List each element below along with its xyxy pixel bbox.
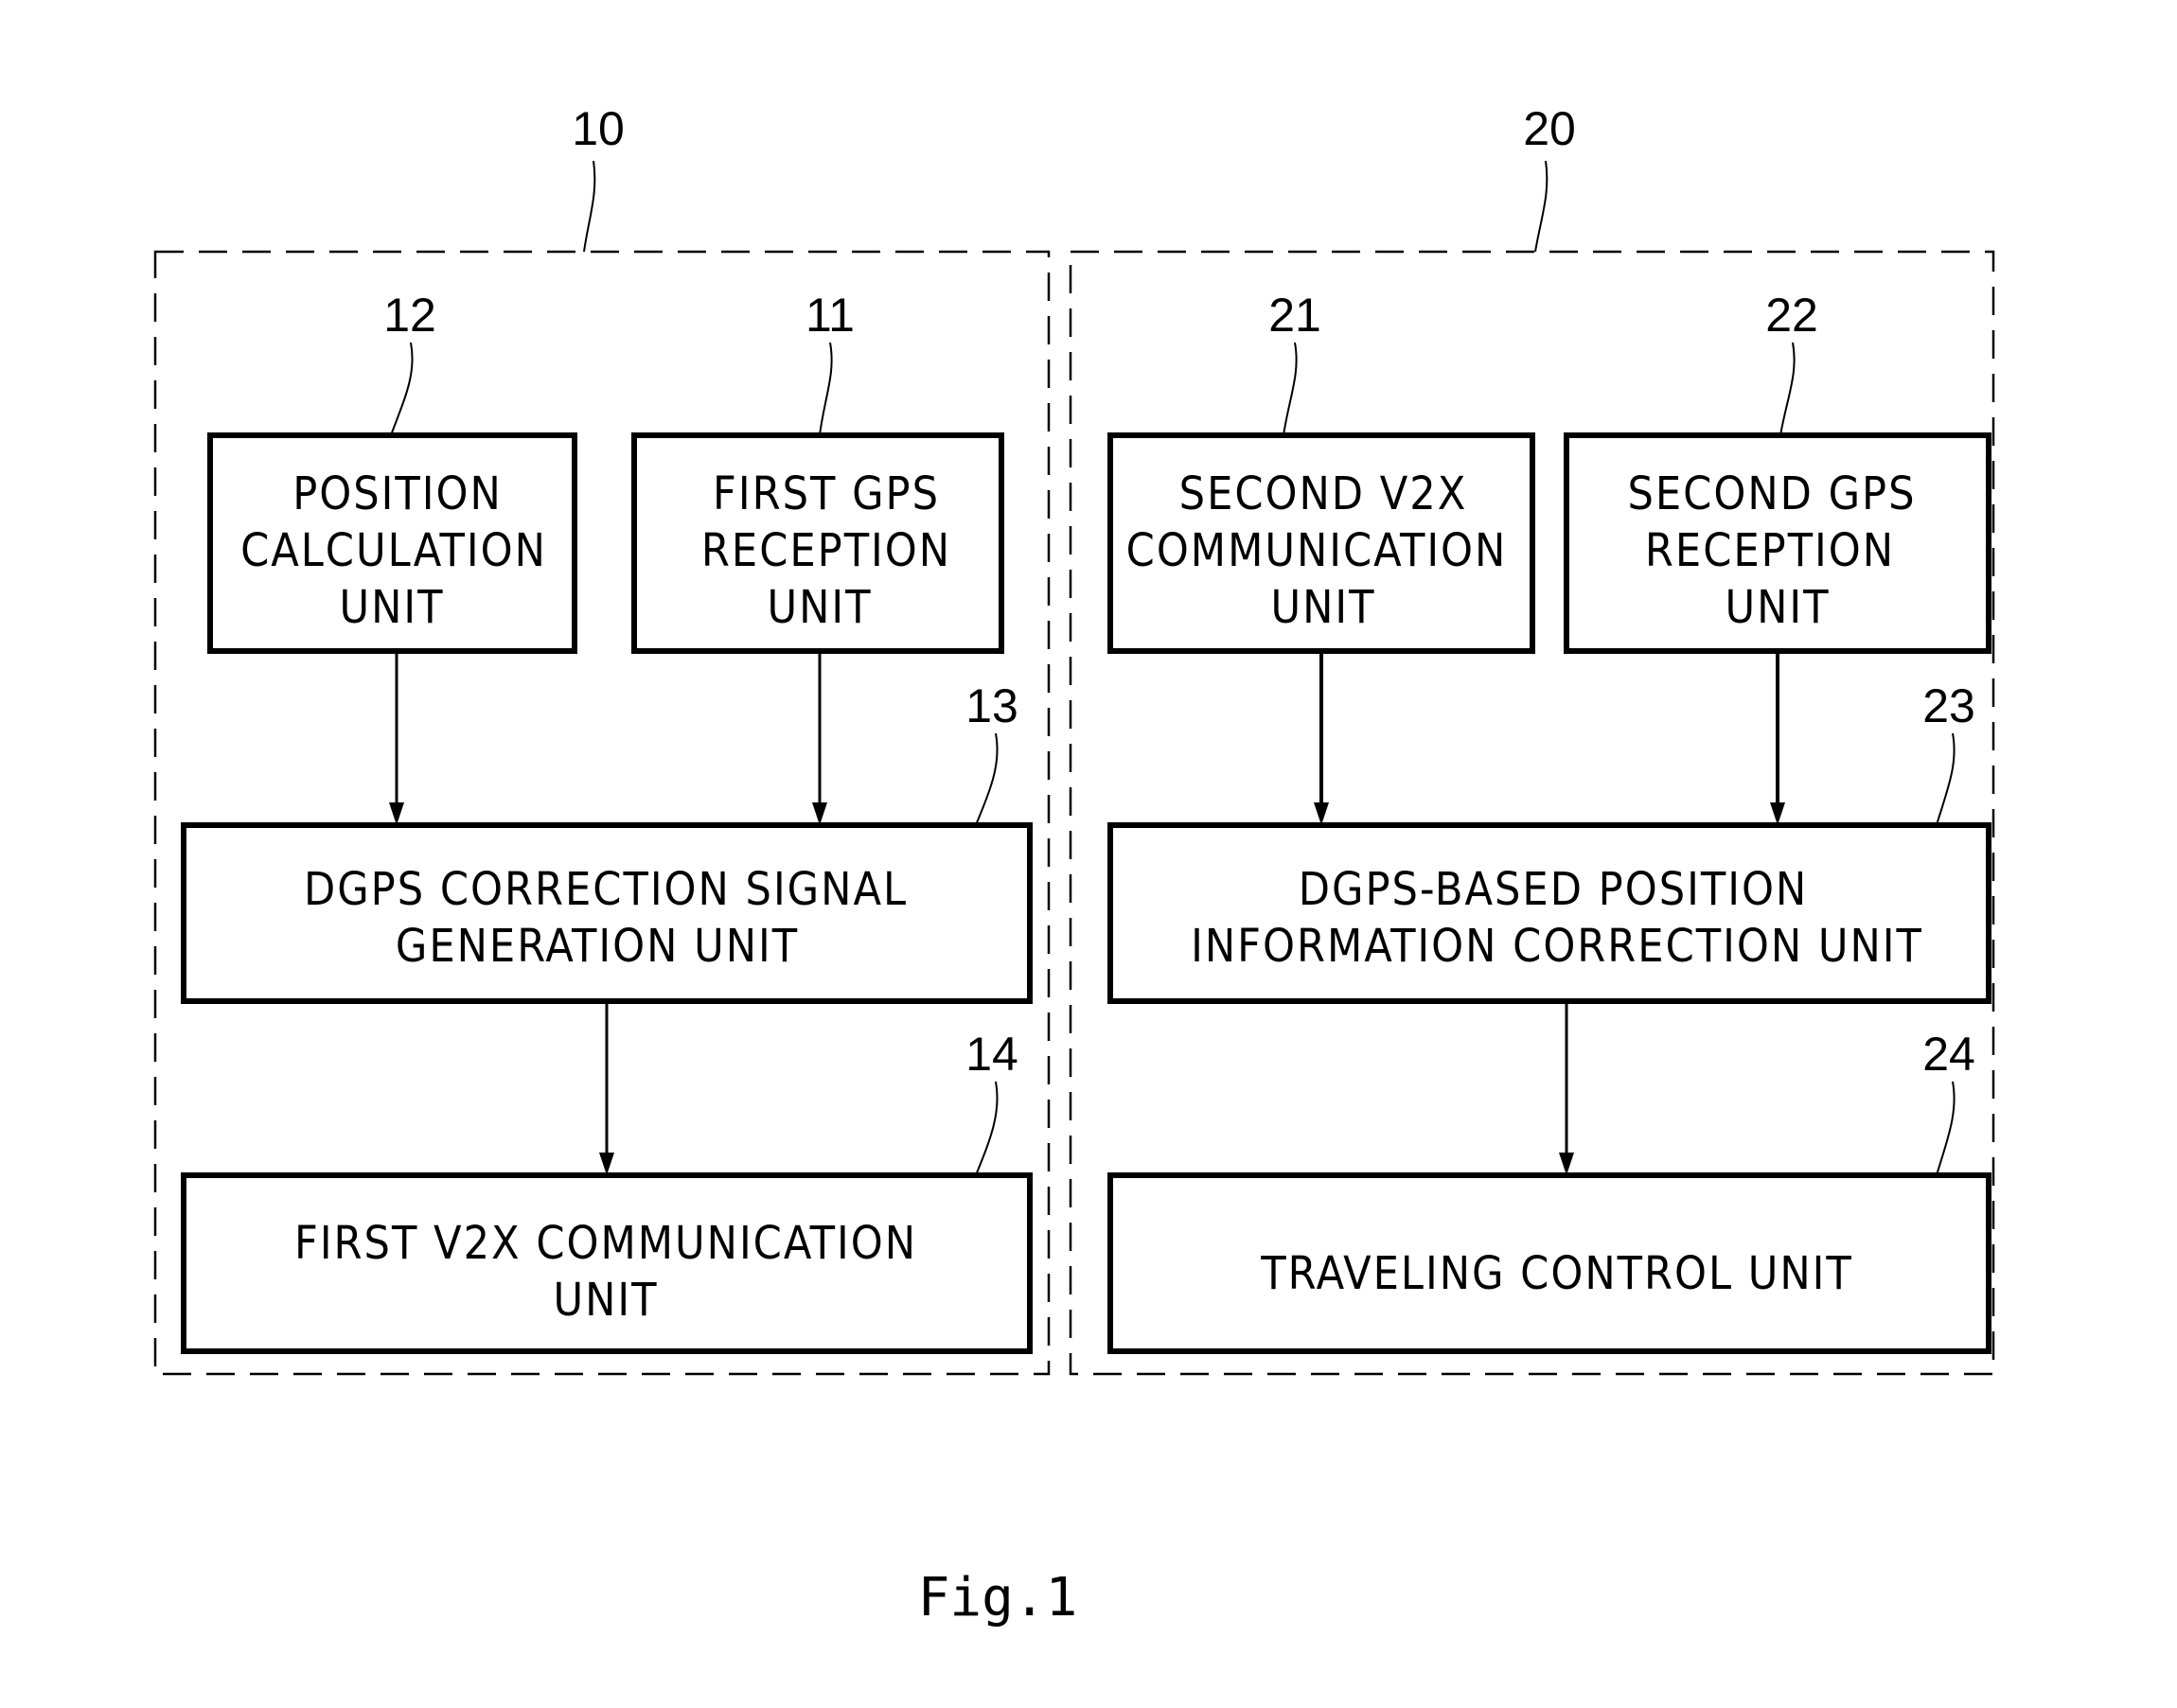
- arrowhead-12-13: [389, 802, 404, 825]
- block-22-line-3: UNIT: [1725, 581, 1830, 634]
- block-13-leader-line: [975, 732, 999, 826]
- block-21-second-v2x-communication-unit[interactable]: SECOND V2X COMMUNICATION UNIT 21: [1107, 289, 1535, 654]
- block-23-line-1: DGPS-BASED POSITION: [1299, 863, 1808, 916]
- block-24-leader-line: [1936, 1081, 1956, 1176]
- block-22-line-1: SECOND GPS: [1627, 467, 1916, 520]
- ref-numeral-10: 10: [572, 102, 625, 155]
- block-12-line-3: UNIT: [339, 581, 444, 634]
- arrow-23-to-24: [1559, 1004, 1574, 1175]
- block-23-dgps-based-position-information-correction-unit[interactable]: DGPS-BASED POSITION INFORMATION CORRECTI…: [1107, 679, 1991, 1004]
- arrow-12-to-13: [389, 654, 404, 825]
- ref-numeral-23: 23: [1922, 679, 1975, 732]
- group-10-leader-line: [583, 160, 596, 253]
- block-21-leader-line: [1283, 342, 1298, 436]
- arrow-21-to-23: [1314, 654, 1329, 825]
- block-11-line-2: RECEPTION: [701, 524, 951, 577]
- ref-numeral-13: 13: [965, 679, 1018, 732]
- block-21-line-1: SECOND V2X: [1179, 467, 1468, 520]
- arrowhead-11-13: [812, 802, 827, 825]
- block-23-leader-line: [1936, 732, 1956, 826]
- arrowhead-13-14: [599, 1153, 614, 1175]
- ref-numeral-20: 20: [1523, 102, 1576, 155]
- block-14-line-1: FIRST V2X COMMUNICATION: [294, 1217, 917, 1270]
- block-12-line-1: POSITION: [292, 467, 503, 520]
- block-14-line-2: UNIT: [553, 1274, 658, 1327]
- ref-numeral-22: 22: [1765, 289, 1818, 342]
- ref-numeral-12: 12: [383, 289, 436, 342]
- block-12-leader-line: [390, 342, 414, 436]
- block-14-leader-line: [975, 1081, 999, 1176]
- block-11-leader-line: [819, 342, 833, 436]
- block-diagram: 10 20 POSITION CALCULATION UNIT 12 FIRST…: [153, 102, 1995, 1629]
- figure-caption: Fig.1: [918, 1567, 1078, 1629]
- ref-numeral-14: 14: [965, 1028, 1018, 1081]
- block-22-second-gps-reception-unit[interactable]: SECOND GPS RECEPTION UNIT 22: [1564, 289, 1991, 654]
- block-12-position-calculation-unit[interactable]: POSITION CALCULATION UNIT 12: [207, 289, 577, 654]
- arrowhead-21-23: [1314, 802, 1329, 825]
- block-24-traveling-control-unit[interactable]: TRAVELING CONTROL UNIT 24: [1107, 1028, 1991, 1354]
- block-22-leader-line: [1779, 342, 1796, 436]
- arrowhead-23-24: [1559, 1153, 1574, 1175]
- arrow-11-to-13: [812, 654, 827, 825]
- block-13-line-2: GENERATION UNIT: [396, 920, 799, 973]
- ref-numeral-11: 11: [805, 289, 855, 342]
- arrow-13-to-14: [599, 1004, 614, 1175]
- block-13-line-1: DGPS CORRECTION SIGNAL: [304, 863, 908, 916]
- block-13-dgps-correction-signal-generation-unit[interactable]: DGPS CORRECTION SIGNAL GENERATION UNIT 1…: [181, 679, 1033, 1004]
- ref-numeral-24: 24: [1922, 1028, 1975, 1081]
- block-23-line-2: INFORMATION CORRECTION UNIT: [1191, 920, 1923, 973]
- block-21-line-2: COMMUNICATION: [1126, 524, 1508, 577]
- block-21-line-3: UNIT: [1270, 581, 1375, 634]
- block-11-line-1: FIRST GPS: [713, 467, 940, 520]
- arrow-22-to-23: [1770, 654, 1785, 825]
- group-20-leader-line: [1534, 160, 1549, 253]
- block-22-line-2: RECEPTION: [1645, 524, 1895, 577]
- block-11-line-3: UNIT: [767, 581, 872, 634]
- ref-numeral-21: 21: [1268, 289, 1321, 342]
- block-24-line-1: TRAVELING CONTROL UNIT: [1260, 1247, 1853, 1300]
- block-11-first-gps-reception-unit[interactable]: FIRST GPS RECEPTION UNIT 11: [631, 289, 1004, 654]
- arrowhead-22-23: [1770, 802, 1785, 825]
- block-12-line-2: CALCULATION: [240, 524, 547, 577]
